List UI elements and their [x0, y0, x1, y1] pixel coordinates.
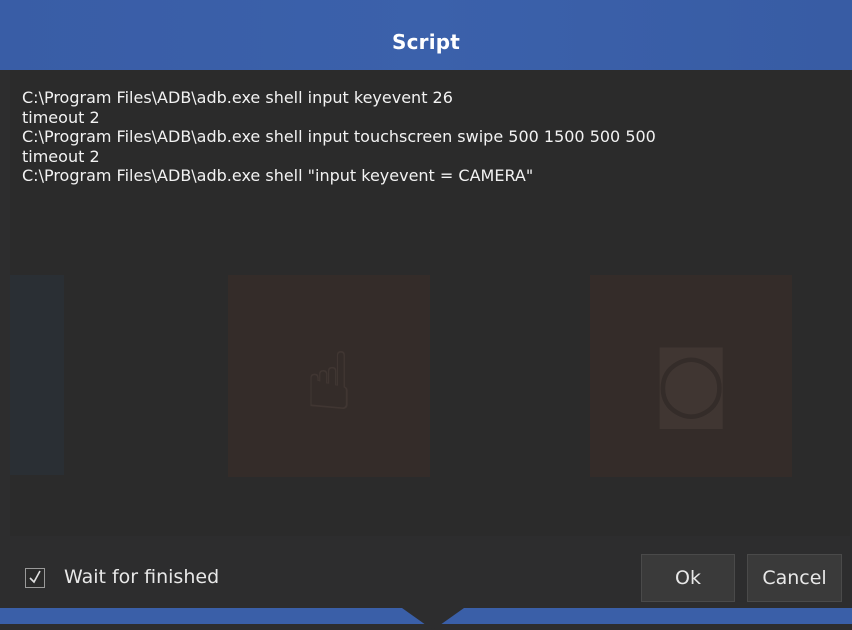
script-dialog: Script ☝ ◙ C:\Program Files\ADB\adb.exe …	[0, 0, 852, 630]
background-tile-left	[10, 275, 64, 475]
script-line: C:\Program Files\ADB\adb.exe shell "inpu…	[22, 166, 534, 185]
script-line: C:\Program Files\ADB\adb.exe shell input…	[22, 127, 656, 146]
script-line: C:\Program Files\ADB\adb.exe shell input…	[22, 88, 453, 107]
wait-for-finished-checkbox[interactable]	[25, 568, 45, 588]
script-editor[interactable]: ☝ ◙ C:\Program Files\ADB\adb.exe shell i…	[10, 70, 850, 536]
background-tile-power: ☝	[228, 275, 430, 477]
script-line: timeout 2	[22, 107, 100, 127]
finger-icon: ☝	[304, 335, 354, 428]
camera-icon: ◙	[652, 335, 730, 428]
title-bar[interactable]: Script	[0, 0, 852, 70]
check-icon	[29, 570, 41, 584]
callout-pointer	[402, 608, 464, 630]
script-line: timeout 2	[22, 146, 100, 166]
background-tile-camera: ◙	[590, 275, 792, 477]
dialog-title: Script	[391, 30, 461, 54]
cancel-button[interactable]: Cancel	[747, 554, 842, 602]
script-text[interactable]: C:\Program Files\ADB\adb.exe shell input…	[22, 88, 842, 186]
wait-for-finished-label[interactable]: Wait for finished	[64, 565, 219, 589]
ok-button[interactable]: Ok	[641, 554, 735, 602]
